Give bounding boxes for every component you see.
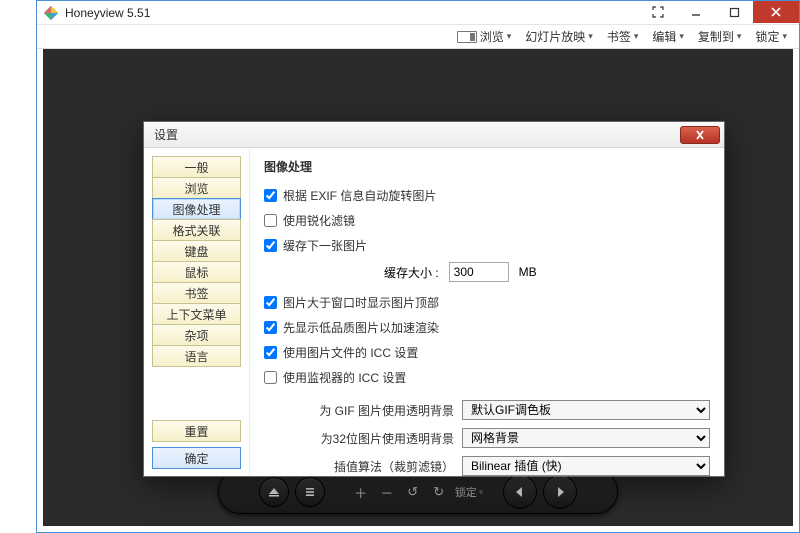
minimize-button[interactable] [677, 1, 715, 23]
settings-sidebar: 一般 浏览 图像处理 格式关联 键盘 鼠标 书签 上下文菜单 杂项 语言 重置 … [144, 148, 250, 476]
row-interp-select[interactable]: Bilinear 插值 (快) [462, 456, 710, 476]
rotate-right-button[interactable]: ↻ [429, 482, 449, 502]
chk-lowq-row[interactable]: 先显示低品质图片以加速渲染 [264, 319, 710, 336]
chevron-down-icon: ▾ [507, 31, 512, 42]
chevron-down-icon: ▾ [479, 487, 484, 498]
panel-heading: 图像处理 [264, 158, 710, 175]
reset-button[interactable]: 重置 [152, 420, 241, 442]
app-logo-icon [43, 5, 59, 21]
next-button[interactable] [543, 475, 577, 509]
close-button[interactable] [753, 1, 799, 23]
expand-button[interactable] [639, 1, 677, 23]
dialog-title: 设置 [154, 126, 680, 143]
tb-bookmark[interactable]: 书签 ▾ [607, 28, 639, 45]
row-32-select[interactable]: 网格背景 [462, 428, 710, 448]
tab-format[interactable]: 格式关联 [152, 219, 241, 241]
tab-image[interactable]: 图像处理 [152, 198, 241, 220]
settings-panel: 图像处理 根据 EXIF 信息自动旋转图片 使用锐化滤镜 缓存下一张图片 [250, 148, 724, 476]
rotate-left-button[interactable]: ↺ [403, 482, 423, 502]
eject-button[interactable] [259, 477, 289, 507]
ok-button[interactable]: 确定 [152, 447, 241, 469]
image-viewport: ＋ － ↺ ↻ 锁定 ▾ 设置 [43, 49, 793, 526]
menu-button[interactable] [295, 477, 325, 507]
cache-size-input[interactable] [449, 262, 509, 282]
chk-cache-row[interactable]: 缓存下一张图片 [264, 237, 710, 254]
tb-copyto-label: 复制到 [698, 28, 734, 45]
tb-view-label: 浏览 [480, 28, 504, 45]
chk-top-row[interactable]: 图片大于窗口时显示图片顶部 [264, 294, 710, 311]
chk-top-label: 图片大于窗口时显示图片顶部 [283, 294, 439, 311]
chk-icc-mon-label: 使用监视器的 ICC 设置 [283, 369, 406, 386]
bb-lock-label: 锁定 [455, 484, 477, 500]
tb-lock[interactable]: 锁定 ▾ [755, 28, 787, 45]
dialog-titlebar: 设置 [144, 122, 724, 148]
row-interp-label: 插值算法（裁剪滤镜） [264, 458, 454, 475]
tb-slideshow-label: 幻灯片放映 [525, 28, 585, 45]
chk-lowq[interactable] [264, 321, 277, 334]
screen-icon [457, 31, 477, 43]
window-buttons [639, 1, 799, 24]
dialog-body: 一般 浏览 图像处理 格式关联 键盘 鼠标 书签 上下文菜单 杂项 语言 重置 … [144, 148, 724, 476]
titlebar: Honeyview 5.51 [37, 1, 799, 25]
chk-sharpen[interactable] [264, 214, 277, 227]
maximize-button[interactable] [715, 1, 753, 23]
tb-bookmark-label: 书签 [607, 28, 631, 45]
chevron-down-icon: ▾ [782, 31, 787, 42]
tab-keyboard[interactable]: 键盘 [152, 240, 241, 262]
tab-browse[interactable]: 浏览 [152, 177, 241, 199]
row-gif-label: 为 GIF 图片使用透明背景 [264, 402, 454, 419]
chk-cache[interactable] [264, 239, 277, 252]
chk-sharpen-label: 使用锐化滤镜 [283, 212, 355, 229]
chevron-down-icon: ▾ [634, 31, 639, 42]
tb-slideshow[interactable]: 幻灯片放映 ▾ [525, 28, 593, 45]
settings-dialog: 设置 一般 浏览 图像处理 格式关联 键盘 鼠标 书签 上下文菜单 杂项 语言 [143, 121, 725, 477]
tab-bookmark[interactable]: 书签 [152, 282, 241, 304]
tab-context[interactable]: 上下文菜单 [152, 303, 241, 325]
row-32: 为32位图片使用透明背景 网格背景 [264, 428, 710, 448]
dialog-close-button[interactable] [680, 126, 720, 144]
chk-sharpen-row[interactable]: 使用锐化滤镜 [264, 212, 710, 229]
zoom-out-button[interactable]: － [377, 482, 397, 502]
bb-lock[interactable]: 锁定 ▾ [455, 484, 484, 500]
app-window: Honeyview 5.51 浏览 ▾ 幻灯片放映 [36, 0, 800, 533]
tb-lock-label: 锁定 [755, 28, 779, 45]
tb-view[interactable]: 浏览 ▾ [457, 28, 512, 45]
chk-icc-mon[interactable] [264, 371, 277, 384]
chevron-down-icon: ▾ [737, 31, 742, 42]
chk-icc-img[interactable] [264, 346, 277, 359]
chk-icc-mon-row[interactable]: 使用监视器的 ICC 设置 [264, 369, 710, 386]
tab-mouse[interactable]: 鼠标 [152, 261, 241, 283]
tb-edit[interactable]: 编辑 ▾ [652, 28, 684, 45]
chevron-down-icon: ▾ [679, 31, 684, 42]
tb-copyto[interactable]: 复制到 ▾ [698, 28, 742, 45]
chk-exif-row[interactable]: 根据 EXIF 信息自动旋转图片 [264, 187, 710, 204]
tab-lang[interactable]: 语言 [152, 345, 241, 367]
tb-edit-label: 编辑 [652, 28, 676, 45]
row-32-label: 为32位图片使用透明背景 [264, 430, 454, 447]
zoom-in-button[interactable]: ＋ [351, 482, 371, 502]
cache-size-row: 缓存大小 : MB [384, 262, 710, 282]
chk-top[interactable] [264, 296, 277, 309]
row-gif: 为 GIF 图片使用透明背景 默认GIF调色板 [264, 400, 710, 420]
tab-general[interactable]: 一般 [152, 156, 241, 178]
main-toolbar: 浏览 ▾ 幻灯片放映 ▾ 书签 ▾ 编辑 ▾ 复制到 ▾ 锁定 ▾ [37, 25, 799, 49]
chk-cache-label: 缓存下一张图片 [283, 237, 367, 254]
cache-size-label: 缓存大小 : [384, 264, 439, 281]
chk-exif[interactable] [264, 189, 277, 202]
chk-exif-label: 根据 EXIF 信息自动旋转图片 [283, 187, 436, 204]
chk-lowq-label: 先显示低品质图片以加速渲染 [283, 319, 439, 336]
tab-misc[interactable]: 杂项 [152, 324, 241, 346]
prev-button[interactable] [503, 475, 537, 509]
row-gif-select[interactable]: 默认GIF调色板 [462, 400, 710, 420]
chk-icc-img-row[interactable]: 使用图片文件的 ICC 设置 [264, 344, 710, 361]
cache-size-unit: MB [519, 265, 537, 279]
chevron-down-icon: ▾ [588, 31, 593, 42]
row-interp: 插值算法（裁剪滤镜） Bilinear 插值 (快) [264, 456, 710, 476]
chk-icc-img-label: 使用图片文件的 ICC 设置 [283, 344, 418, 361]
window-title: Honeyview 5.51 [65, 6, 639, 20]
